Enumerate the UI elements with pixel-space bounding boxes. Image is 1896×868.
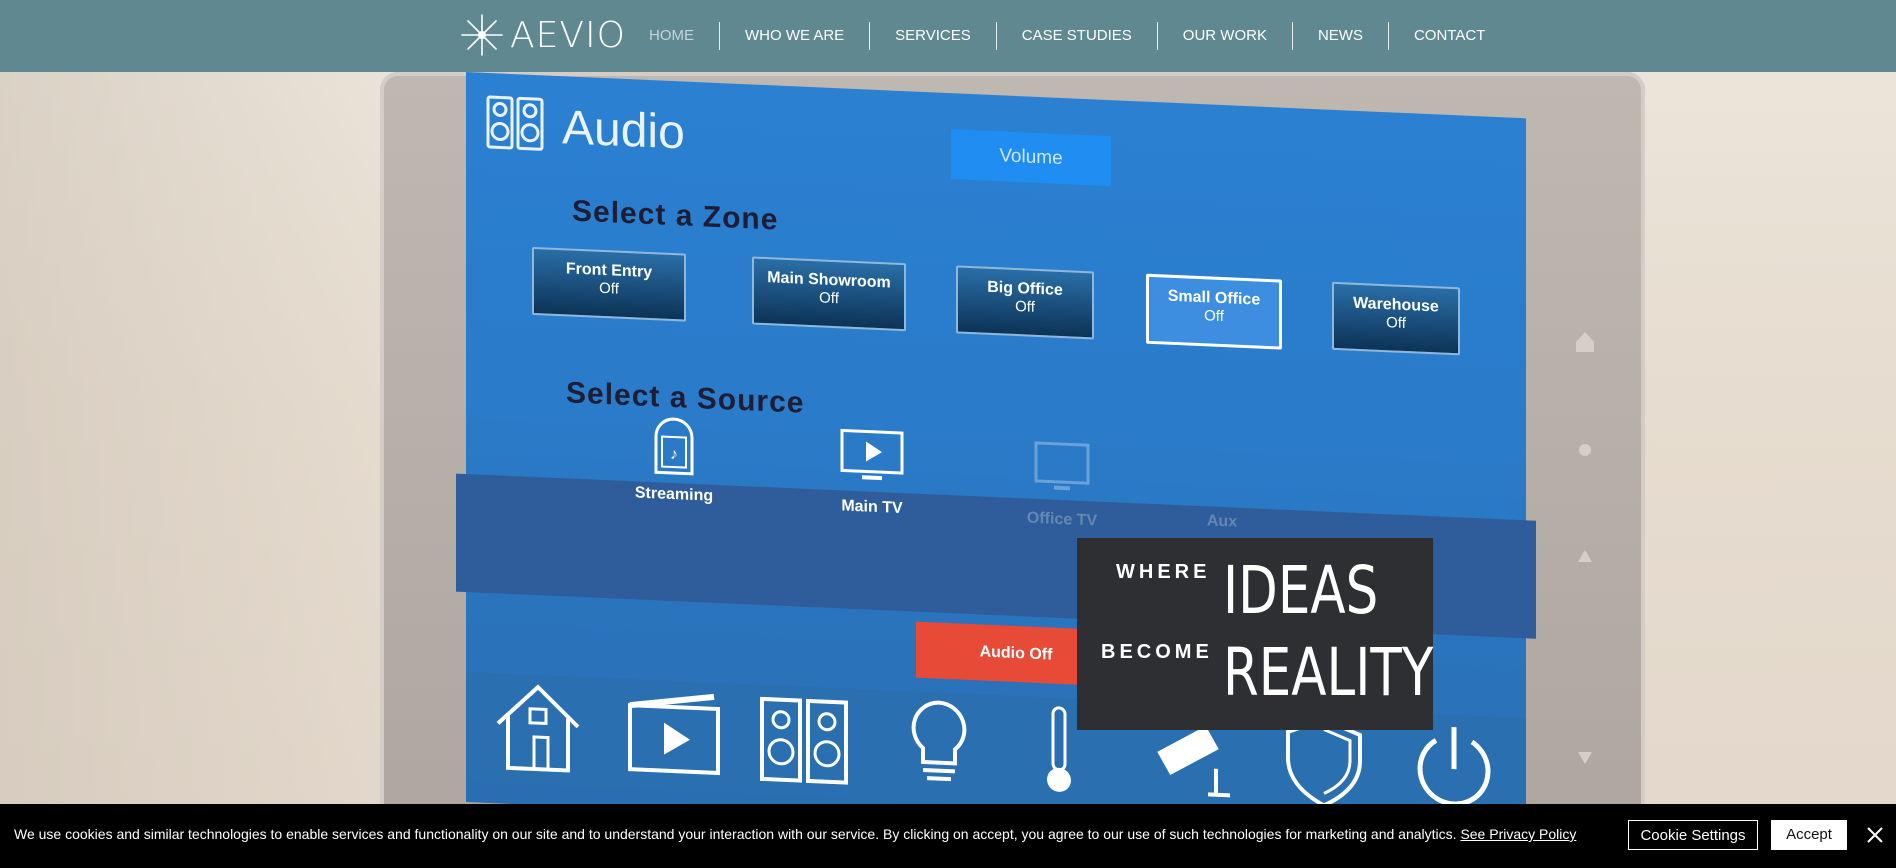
zone-button-warehouse[interactable]: Warehouse Off <box>1332 281 1460 356</box>
nav-item-case-studies[interactable]: CASE STUDIES <box>997 22 1157 50</box>
accept-button[interactable]: Accept <box>1771 820 1847 850</box>
speakers-icon[interactable] <box>756 689 852 789</box>
cookie-message: We use cookies and similar technologies … <box>14 826 1576 842</box>
zone-button-main-showroom[interactable]: Main Showroom Off <box>752 256 906 332</box>
source-main-tv[interactable]: Main TV <box>812 423 932 519</box>
zone-button-front-entry[interactable]: Front Entry Off <box>532 246 686 322</box>
aux-icon <box>1190 444 1254 509</box>
star-logo-icon <box>461 14 503 56</box>
source-streaming[interactable]: ♪ Streaming <box>614 410 734 506</box>
tagline-ideas: IDEAS <box>1223 552 1379 629</box>
cookie-message-text: We use cookies and similar technologies … <box>14 826 1457 842</box>
main-menu: HOME WHO WE ARE SERVICES CASE STUDIES OU… <box>624 0 1510 72</box>
speakers-icon <box>486 95 544 151</box>
touch-panel-bezel: Audio Volume Select a Zone Front Entry O… <box>380 72 1645 804</box>
zone-section-title: Select a Zone <box>572 194 779 237</box>
bezel-nav-icons <box>1576 332 1594 764</box>
close-icon[interactable] <box>1864 824 1886 846</box>
cookie-settings-button[interactable]: Cookie Settings <box>1628 820 1758 850</box>
tagline-become: BECOME <box>1101 641 1213 663</box>
wall-background <box>0 72 420 804</box>
panel-title: Audio <box>562 101 685 160</box>
nav-item-our-work[interactable]: OUR WORK <box>1158 22 1292 50</box>
zone-button-big-office[interactable]: Big Office Off <box>956 265 1094 340</box>
video-icon[interactable] <box>626 683 722 783</box>
privacy-policy-link[interactable]: See Privacy Policy <box>1460 826 1576 842</box>
svg-text:♪: ♪ <box>670 446 678 463</box>
nav-item-services[interactable]: SERVICES <box>870 22 996 50</box>
hero-section: Audio Volume Select a Zone Front Entry O… <box>0 72 1896 804</box>
logo-text: AEVIO <box>510 14 626 56</box>
volume-button[interactable]: Volume <box>951 129 1111 187</box>
tagline-overlay: WHERE IDEAS BECOME REALITY <box>1077 538 1433 730</box>
tagline-where: WHERE <box>1116 561 1211 583</box>
source-aux[interactable]: Aux <box>1162 442 1282 533</box>
nav-item-contact[interactable]: CONTACT <box>1389 22 1510 50</box>
nav-item-news[interactable]: NEWS <box>1293 22 1388 50</box>
power-icon[interactable] <box>1406 717 1502 804</box>
tagline-reality: REALITY <box>1223 634 1434 711</box>
tv-play-icon <box>840 428 904 481</box>
site-logo[interactable]: AEVIO <box>460 12 626 58</box>
home-icon[interactable] <box>490 677 586 777</box>
nav-item-who-we-are[interactable]: WHO WE ARE <box>720 22 869 50</box>
zone-button-small-office[interactable]: Small Office Off <box>1146 273 1282 350</box>
monitor-icon <box>1034 441 1090 491</box>
cookie-banner: We use cookies and similar technologies … <box>0 804 1896 868</box>
nav-item-home[interactable]: HOME <box>624 22 719 50</box>
source-office-tv[interactable]: Office TV <box>1002 435 1122 531</box>
jukebox-icon: ♪ <box>654 417 694 476</box>
top-navigation-bar: AEVIO HOME WHO WE ARE SERVICES CASE STUD… <box>0 0 1896 72</box>
lightbulb-icon[interactable] <box>891 695 987 795</box>
